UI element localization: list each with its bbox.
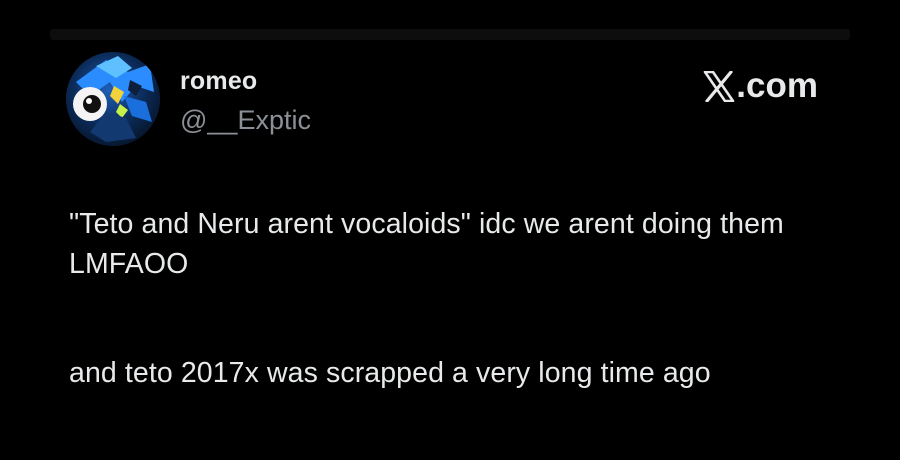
top-divider [50,29,850,40]
x-brand-link[interactable]: .com [703,66,818,106]
author-handle[interactable]: @__Exptic [180,105,311,136]
x-logo-icon [703,70,735,102]
avatar[interactable] [66,52,160,146]
author-display-name[interactable]: romeo [180,67,257,96]
tweet-body: "Teto and Neru arent vocaloids" idc we a… [69,204,849,393]
anime-avatar-icon [66,52,160,146]
brand-domain-label: .com [736,66,818,105]
tweet-paragraph: "Teto and Neru arent vocaloids" idc we a… [69,208,784,280]
tweet-paragraph: and teto 2017x was scrapped a very long … [69,357,711,389]
